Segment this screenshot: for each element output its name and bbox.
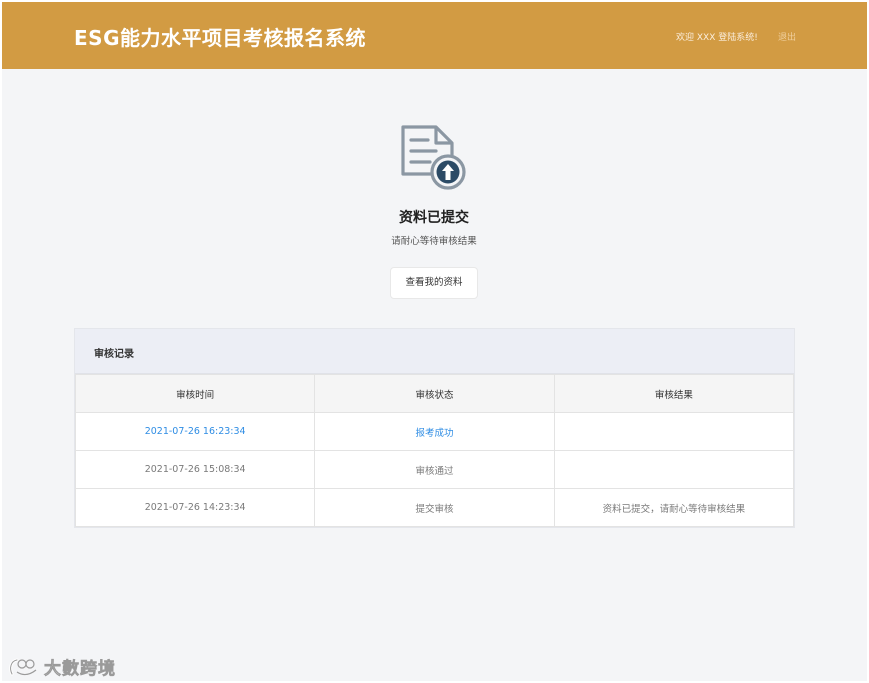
column-header-time: 审核时间 [74,374,316,413]
status-title: 资料已提交 [399,210,469,226]
column-header-status: 审核状态 [314,374,555,413]
cell-status: 提交审核 [314,488,555,527]
column-header-result: 审核结果 [553,374,795,413]
table-header-row: 审核时间 审核状态 审核结果 [74,374,795,413]
table-row: 2021-07-26 14:23:34 提交审核 资料已提交，请耐心等待审核结果 [74,488,795,527]
cell-time: 2021-07-26 16:23:34 [74,412,316,451]
watermark: 大數跨境 [8,654,116,679]
welcome-text: 欢迎 XXX 登陆系统! [676,33,758,43]
cell-result [553,450,795,489]
card-title: 审核记录 [94,349,134,360]
table-row: 2021-07-26 16:23:34 报考成功 [74,412,795,451]
app-frame: ESG能力水平项目考核报名系统 欢迎 XXX 登陆系统! 退出 资料已提交 请耐… [2,2,867,681]
top-header: ESG能力水平项目考核报名系统 欢迎 XXX 登陆系统! 退出 [2,2,867,69]
document-upload-icon [400,124,470,190]
watermark-text: 大數跨境 [44,659,116,680]
logout-link[interactable]: 退出 [778,30,796,43]
status-subtitle: 请耐心等待审核结果 [391,236,477,247]
card-header: 审核记录 [75,329,794,374]
cell-status: 审核通过 [314,450,555,489]
table-row: 2021-07-26 15:08:34 审核通过 [74,450,795,489]
cell-time: 2021-07-26 14:23:34 [74,488,316,527]
review-record-table: 审核时间 审核状态 审核结果 2021-07-26 16:23:34 报考成功 … [74,374,795,527]
cell-result [553,412,795,451]
cell-result: 资料已提交，请耐心等待审核结果 [553,488,795,527]
app-title: ESG能力水平项目考核报名系统 [74,26,366,50]
cell-status-link[interactable]: 报考成功 [314,412,555,451]
brand-logo-icon [9,658,37,675]
review-record-card: 审核记录 审核时间 审核状态 审核结果 2021-07-26 16:23:34 … [74,328,795,528]
cell-time: 2021-07-26 15:08:34 [74,450,316,489]
view-my-info-button[interactable]: 查看我的资料 [390,267,478,299]
